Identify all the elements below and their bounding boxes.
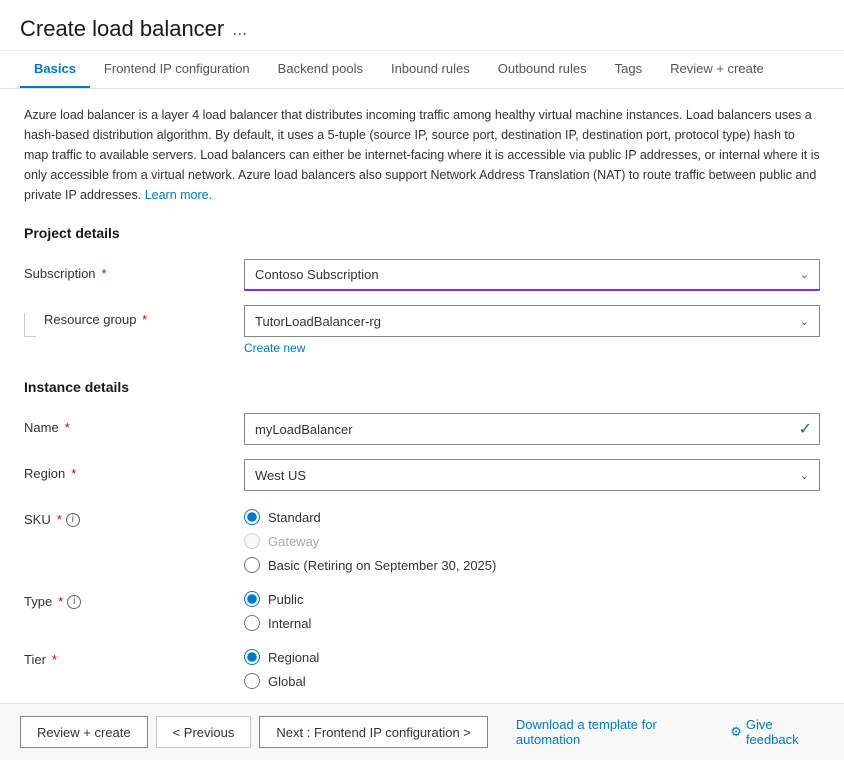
page-container: Create load balancer ... Basics Frontend… [0,0,844,760]
tier-control: Regional Global [244,645,820,689]
type-radio-group: Public Internal [244,587,820,631]
subscription-arrow-icon: ⌄ [800,268,809,281]
type-public-option: Public [244,591,820,607]
region-arrow-icon: ⌄ [800,469,809,482]
type-row: Type * i Public Internal [24,587,820,631]
download-template-link[interactable]: Download a template for automation [516,717,714,747]
tier-global-option: Global [244,673,820,689]
instance-details-section: Instance details Name * ✓ Region * [24,379,820,689]
type-label: Type * i [24,587,244,609]
type-control: Public Internal [244,587,820,631]
indent-line [24,305,40,337]
sku-basic-option: Basic (Retiring on September 30, 2025) [244,557,820,573]
footer-links: Download a template for automation ⚙ Giv… [516,717,824,747]
resource-group-row: Resource group * TutorLoadBalancer-rg ⌄ … [24,305,820,355]
type-required: * [58,594,63,609]
sku-standard-radio[interactable] [244,509,260,525]
tier-row: Tier * Regional Global [24,645,820,689]
page-title-ellipsis: ... [232,19,247,40]
sku-standard-label[interactable]: Standard [268,510,321,525]
region-label: Region * [24,459,244,481]
main-content: Azure load balancer is a layer 4 load ba… [0,89,844,703]
tier-regional-label[interactable]: Regional [268,650,319,665]
type-info-icon[interactable]: i [67,595,81,609]
tab-frontend-ip[interactable]: Frontend IP configuration [90,51,264,88]
region-control: West US ⌄ [244,459,820,491]
tab-tags[interactable]: Tags [601,51,656,88]
tab-outbound-rules[interactable]: Outbound rules [484,51,601,88]
sku-row: SKU * i Standard Gateway [24,505,820,573]
sku-label: SKU * i [24,505,244,527]
name-control: ✓ [244,413,820,445]
create-new-link[interactable]: Create new [244,341,305,355]
review-create-button[interactable]: Review + create [20,716,148,748]
feedback-link[interactable]: ⚙ Give feedback [730,717,824,747]
subscription-value: Contoso Subscription [255,267,379,282]
tier-global-label[interactable]: Global [268,674,306,689]
tab-backend-pools[interactable]: Backend pools [264,51,377,88]
region-dropdown[interactable]: West US ⌄ [244,459,820,491]
sku-basic-label[interactable]: Basic (Retiring on September 30, 2025) [268,558,496,573]
page-title-container: Create load balancer ... [20,16,824,42]
page-footer: Review + create < Previous Next : Fronte… [0,703,844,760]
previous-button[interactable]: < Previous [156,716,252,748]
tier-regional-radio[interactable] [244,649,260,665]
subscription-row: Subscription * Contoso Subscription ⌄ [24,259,820,291]
subscription-dropdown[interactable]: Contoso Subscription ⌄ [244,259,820,291]
tier-global-radio[interactable] [244,673,260,689]
type-internal-option: Internal [244,615,820,631]
page-title: Create load balancer [20,16,224,42]
resource-group-required: * [142,312,147,327]
page-header: Create load balancer ... [0,0,844,51]
description-text: Azure load balancer is a layer 4 load ba… [24,105,820,205]
tab-inbound-rules[interactable]: Inbound rules [377,51,484,88]
name-label: Name * [24,413,244,435]
type-public-label[interactable]: Public [268,592,303,607]
resource-group-label: Resource group * [44,305,244,327]
project-details-section: Project details Subscription * Contoso S… [24,225,820,355]
name-row: Name * ✓ [24,413,820,445]
nav-tabs: Basics Frontend IP configuration Backend… [0,51,844,89]
subscription-label: Subscription * [24,259,244,281]
subscription-control: Contoso Subscription ⌄ [244,259,820,291]
region-row: Region * West US ⌄ [24,459,820,491]
tier-label: Tier * [24,645,244,667]
feedback-icon: ⚙ [730,724,742,740]
tier-radio-group: Regional Global [244,645,820,689]
resource-group-dropdown[interactable]: TutorLoadBalancer-rg ⌄ [244,305,820,337]
region-value: West US [255,468,306,483]
sku-required: * [57,512,62,527]
subscription-required: * [102,266,107,281]
name-input[interactable] [244,413,820,445]
tier-required: * [52,652,57,667]
sku-control: Standard Gateway Basic (Retiring on Sept… [244,505,820,573]
tier-regional-option: Regional [244,649,820,665]
sku-gateway-option: Gateway [244,533,820,549]
project-details-heading: Project details [24,225,820,245]
learn-more-link[interactable]: Learn more. [145,188,212,202]
type-internal-label[interactable]: Internal [268,616,311,631]
resource-group-control: TutorLoadBalancer-rg ⌄ Create new [244,305,820,355]
resource-group-value: TutorLoadBalancer-rg [255,314,381,329]
type-internal-radio[interactable] [244,615,260,631]
sku-gateway-radio [244,533,260,549]
name-required: * [65,420,70,435]
tab-review-create[interactable]: Review + create [656,51,778,88]
sku-gateway-label: Gateway [268,534,319,549]
sku-radio-group: Standard Gateway Basic (Retiring on Sept… [244,505,820,573]
type-public-radio[interactable] [244,591,260,607]
sku-standard-option: Standard [244,509,820,525]
next-button[interactable]: Next : Frontend IP configuration > [259,716,488,748]
indent-line-inner [24,313,36,337]
instance-details-heading: Instance details [24,379,820,399]
name-check-icon: ✓ [799,419,812,439]
region-required: * [71,466,76,481]
resource-group-arrow-icon: ⌄ [800,315,809,328]
tab-basics[interactable]: Basics [20,51,90,88]
sku-basic-radio[interactable] [244,557,260,573]
feedback-label: Give feedback [746,717,824,747]
sku-info-icon[interactable]: i [66,513,80,527]
